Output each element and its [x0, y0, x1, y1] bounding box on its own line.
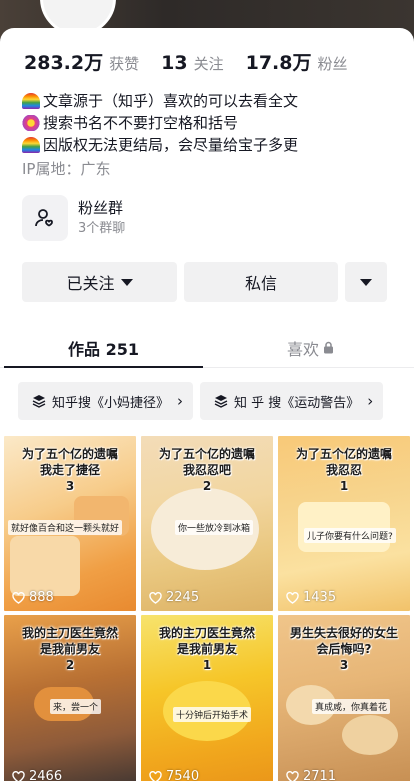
caret-down-icon [360, 278, 372, 286]
content-tabs: 作品 251 喜欢 [0, 328, 414, 368]
tab-works[interactable]: 作品 251 [0, 328, 207, 368]
stat-followers[interactable]: 17.8万 粉丝 [246, 48, 348, 75]
video-likes: 888 [12, 590, 54, 605]
profile-bio: 文章源于（知乎）喜欢的可以去看全文 搜索书名不不要打空格和括号 因版权无法更结局… [22, 90, 402, 180]
fans-group[interactable]: 粉丝群 3个群聊 [22, 195, 125, 241]
video-thumbnail[interactable]: 为了五个亿的遗嘱 我走了捷径 3 就好像百合和这一颗头就好 888 [4, 436, 136, 611]
video-likes: 7540 [149, 769, 199, 781]
heart-icon [149, 591, 162, 604]
video-subtitle: 十分钟后开始手术 [173, 707, 252, 722]
video-likes-count: 888 [29, 590, 54, 605]
video-thumbnail[interactable]: 为了五个亿的遗嘱 我忍忍吧 2 你一些放冷到冰箱 2245 [141, 436, 273, 611]
collection-chips: 知乎搜《小妈捷径》 › 知 乎 搜《运动警告》 › [18, 382, 384, 420]
collection-chip-label: 知 乎 搜《运动警告》 [234, 395, 360, 411]
food-image [342, 715, 398, 755]
video-caption: 我的主刀医生竟然 是我前男友 2 [21, 626, 118, 672]
stat-following[interactable]: 13 关注 [161, 52, 223, 74]
lock-icon [324, 341, 333, 354]
video-thumbnail[interactable]: 为了五个亿的遗嘱 我忍忍 1 儿子你要有什么问题? 1435 [278, 436, 410, 611]
group-chat-icon [22, 195, 68, 241]
flower-icon [22, 115, 40, 131]
stat-likes: 283.2万 获赞 [24, 48, 139, 75]
stat-likes-count: 283.2万 [24, 52, 104, 74]
collection-chip[interactable]: 知 乎 搜《运动警告》 › [200, 382, 384, 420]
layers-icon [32, 395, 46, 408]
video-caption: 我的主刀医生竟然 是我前男友 1 [158, 626, 255, 672]
tab-works-label: 作品 251 [68, 339, 139, 359]
video-likes: 1435 [286, 590, 336, 605]
fans-group-subtitle: 3个群聊 [78, 221, 126, 236]
food-image [10, 536, 80, 596]
fans-group-title: 粉丝群 [78, 199, 124, 217]
bio-line: 因版权无法更结局，会尽量给宝子多更 [22, 134, 402, 156]
video-subtitle: 儿子你要有什么问题? [304, 528, 396, 543]
following-button[interactable]: 已关注 [22, 262, 177, 302]
bio-line: 搜索书名不不要打空格和括号 [22, 112, 402, 134]
rainbow-icon [22, 137, 40, 153]
video-likes-count: 7540 [166, 769, 200, 781]
heart-icon [149, 770, 162, 781]
video-grid: 为了五个亿的遗嘱 我走了捷径 3 就好像百合和这一颗头就好 888 为了五个亿的… [4, 436, 410, 781]
video-thumbnail[interactable]: 我的主刀医生竟然 是我前男友 2 来，尝一个 2466 [4, 615, 136, 781]
food-image [298, 502, 390, 552]
video-caption: 为了五个亿的遗嘱 我走了捷径 3 [21, 447, 118, 493]
heart-icon [12, 591, 25, 604]
chevron-right-icon: › [177, 392, 184, 410]
video-likes: 2466 [12, 769, 62, 781]
video-subtitle: 真成咸，你真着花 [312, 699, 391, 714]
tab-likes-label: 喜欢 [286, 339, 319, 359]
stat-following-count: 13 [161, 52, 188, 74]
bio-text: 文章源于（知乎）喜欢的可以去看全文 [43, 92, 299, 110]
more-button[interactable] [345, 262, 387, 302]
profile-card: 283.2万 获赞 13 关注 17.8万 粉丝 文章源于（知乎）喜欢的可以去看… [0, 28, 414, 781]
video-subtitle: 来，尝一个 [50, 699, 102, 714]
heart-icon [12, 770, 25, 781]
video-thumbnail[interactable]: 男生失去很好的女生 会后悔吗? 3 真成咸，你真着花 2711 [278, 615, 410, 781]
bio-text: 因版权无法更结局，会尽量给宝子多更 [43, 136, 299, 154]
layers-icon [214, 395, 228, 408]
video-thumbnail[interactable]: 我的主刀医生竟然 是我前男友 1 十分钟后开始手术 7540 [141, 615, 273, 781]
profile-stats: 283.2万 获赞 13 关注 17.8万 粉丝 [24, 48, 348, 75]
video-likes-count: 1435 [303, 590, 337, 605]
caret-down-icon [120, 278, 133, 286]
stat-followers-count: 17.8万 [245, 52, 312, 74]
video-likes-count: 2466 [29, 769, 63, 781]
heart-icon [286, 770, 299, 781]
video-likes: 2245 [149, 590, 199, 605]
following-label: 已关注 [66, 274, 115, 293]
video-caption: 男生失去很好的女生 会后悔吗? 3 [289, 626, 398, 672]
bio-text: 搜索书名不不要打空格和括号 [43, 114, 239, 132]
stat-followers-label: 粉丝 [317, 55, 348, 73]
video-likes-count: 2245 [166, 590, 200, 605]
video-subtitle: 你一些放冷到冰箱 [175, 520, 254, 535]
rainbow-icon [22, 93, 40, 109]
tab-likes[interactable]: 喜欢 [207, 328, 414, 367]
video-subtitle: 就好像百合和这一颗头就好 [8, 520, 123, 535]
video-likes: 2711 [286, 769, 336, 781]
stat-following-label: 关注 [193, 55, 224, 73]
message-button[interactable]: 私信 [184, 262, 338, 302]
ip-location: IP属地：广东 [22, 160, 111, 178]
video-caption: 为了五个亿的遗嘱 我忍忍 1 [295, 447, 392, 493]
bio-line: 文章源于（知乎）喜欢的可以去看全文 [22, 90, 402, 112]
chevron-right-icon: › [367, 392, 374, 410]
action-bar: 已关注 私信 [22, 262, 387, 302]
video-caption: 为了五个亿的遗嘱 我忍忍吧 2 [158, 447, 255, 493]
message-label: 私信 [244, 274, 277, 293]
video-likes-count: 2711 [303, 769, 337, 781]
collection-chip[interactable]: 知乎搜《小妈捷径》 › [18, 382, 194, 420]
stat-likes-label: 获赞 [109, 55, 140, 73]
heart-icon [286, 591, 299, 604]
collection-chip-label: 知乎搜《小妈捷径》 [52, 395, 170, 411]
